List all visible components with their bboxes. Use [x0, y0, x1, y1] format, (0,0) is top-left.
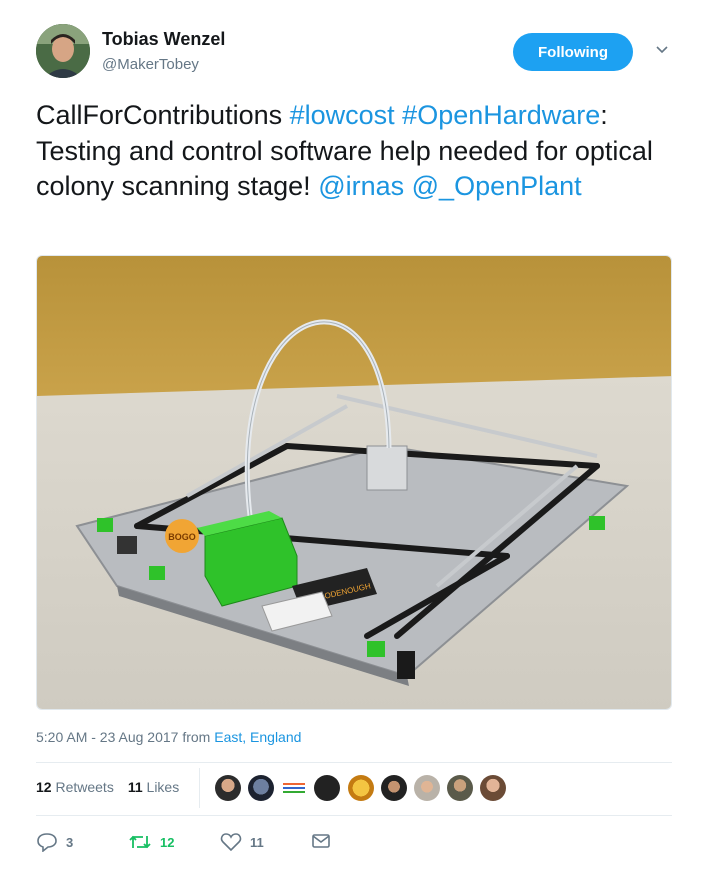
author-name[interactable]: Tobias Wenzel [102, 29, 225, 50]
chevron-down-icon[interactable] [654, 41, 670, 57]
retweet-action[interactable]: 12 [128, 832, 174, 852]
author-handle[interactable]: @MakerTobey [102, 56, 199, 73]
liker-avatar[interactable] [314, 775, 340, 801]
hashtag-link[interactable]: #lowcost [290, 100, 395, 130]
mention-link[interactable]: @irnas [318, 171, 404, 201]
retweets-label: Retweets [51, 779, 114, 795]
retweets-count: 12 [36, 779, 52, 795]
tweet-from-label: from [178, 729, 215, 745]
reply-action[interactable]: 3 [36, 832, 73, 852]
heart-icon [220, 833, 242, 852]
mention-link[interactable]: @_OpenPlant [412, 171, 582, 201]
photo-sticker-text: BOGO [168, 532, 196, 542]
likes-label: Likes [142, 779, 180, 795]
like-action[interactable]: 11 [220, 832, 264, 852]
liker-avatar[interactable] [248, 775, 274, 801]
tweet-stats: 12 Retweets 11 Likes [36, 779, 179, 795]
tweet-meta: 5:20 AM - 23 Aug 2017 from East, England [36, 729, 301, 745]
retweets-stat[interactable]: 12 Retweets [36, 779, 114, 795]
liker-avatar[interactable] [281, 775, 307, 801]
direct-message-action[interactable] [311, 832, 331, 850]
like-count: 11 [250, 834, 264, 850]
tweet-text-segment [404, 171, 412, 201]
retweet-count: 12 [160, 834, 175, 850]
tweet-text: CallForContributions #lowcost #OpenHardw… [36, 98, 686, 205]
envelope-icon [312, 834, 330, 848]
hashtag-link[interactable]: #OpenHardware [402, 100, 600, 130]
reply-count: 3 [66, 834, 74, 850]
author-avatar[interactable] [36, 24, 90, 78]
likes-count: 11 [127, 779, 143, 795]
reply-icon [37, 833, 57, 852]
liker-avatar[interactable] [414, 775, 440, 801]
tweet-timestamp[interactable]: 5:20 AM - 23 Aug 2017 [36, 729, 178, 745]
liker-avatar[interactable] [447, 775, 473, 801]
liker-avatar[interactable] [381, 775, 407, 801]
liker-avatar[interactable] [215, 775, 241, 801]
likes-stat[interactable]: 11 Likes [128, 779, 179, 795]
following-button[interactable]: Following [513, 33, 633, 71]
liker-avatar[interactable] [348, 775, 374, 801]
liker-avatar[interactable] [480, 775, 506, 801]
stats-divider [199, 768, 200, 808]
tweet-photo[interactable]: BOGO GOODENOUGH [36, 255, 672, 710]
tweet-location-link[interactable]: East, England [214, 729, 301, 745]
retweet-icon [129, 835, 151, 849]
tweet-text-segment: CallForContributions [36, 100, 290, 130]
divider [36, 815, 672, 816]
divider [36, 762, 672, 763]
